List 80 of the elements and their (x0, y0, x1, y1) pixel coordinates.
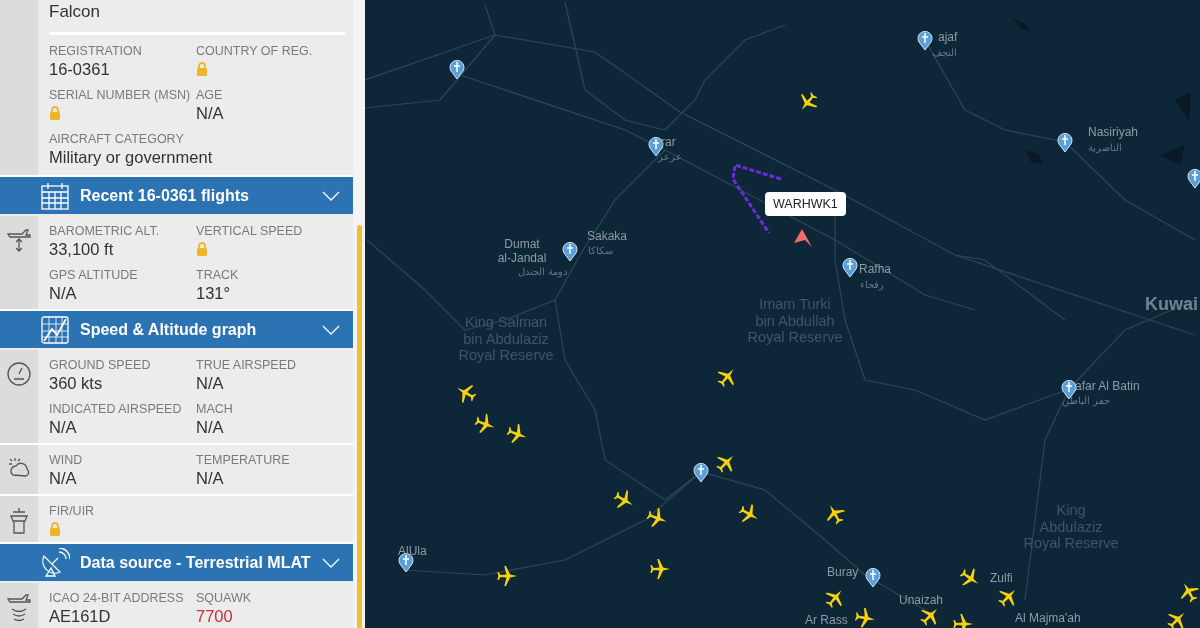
aircraft-icon[interactable] (953, 614, 973, 628)
map-place-label: Zulfi (990, 572, 1013, 586)
field-value: N/A (49, 283, 78, 303)
airport-pin-icon[interactable] (562, 241, 578, 261)
satellite-dish-icon (40, 547, 70, 578)
field-label: SERIAL NUMBER (MSN) (49, 87, 192, 103)
airport-pin-icon[interactable] (449, 59, 465, 79)
field-value: 131° (196, 283, 232, 303)
map-place-label: Dumat al-Jandal (497, 238, 547, 266)
field-label: BAROMETRIC ALT. (49, 223, 161, 239)
airport-pin-icon[interactable] (693, 462, 709, 482)
scrollbar-thumb[interactable] (356, 225, 362, 628)
airport-pin-icon[interactable] (865, 567, 881, 587)
map-place-label: Nasiriyah (1088, 126, 1138, 140)
map-place-label: Ar Rass (805, 614, 848, 628)
chevron-down-icon[interactable] (322, 557, 340, 568)
aircraft-icon[interactable] (650, 559, 670, 579)
section-header[interactable]: Data source - Terrestrial MLAT (0, 544, 353, 581)
field-value: 33,100 ft (49, 239, 115, 259)
map-place-label: Kuwai (1145, 294, 1198, 315)
plane-altitude-icon (5, 226, 33, 254)
plane-signal-icon (5, 593, 33, 623)
field-label: TRUE AIRSPEED (196, 357, 298, 373)
map-place-label: حفر الباطن (1062, 395, 1110, 407)
field-value: N/A (196, 373, 225, 393)
map-place-label: Al Majma'ah (1015, 612, 1081, 626)
field-label: FIR/UIR (49, 503, 96, 519)
map-place-label: Sakaka (587, 230, 628, 244)
airport-pin-icon[interactable] (842, 257, 858, 277)
field-value: N/A (49, 417, 78, 437)
field-label: INDICATED AIRSPEED (49, 401, 183, 417)
field-label: TRACK (196, 267, 240, 283)
field-label: AIRCRAFT CATEGORY (49, 131, 185, 147)
map-place-label: AlUla (398, 545, 427, 559)
map-place-label: عرعر (658, 151, 682, 163)
chevron-down-icon[interactable] (322, 190, 340, 201)
field-label: GPS ALTITUDE (49, 267, 139, 283)
field-value: N/A (49, 468, 78, 488)
map-place-label: Buray (827, 566, 859, 580)
map-place-label: النجف (932, 47, 957, 59)
aircraft-name: Falcon (49, 0, 345, 35)
field-label: SQUAWK (196, 590, 253, 606)
field-label: VERTICAL SPEED (196, 223, 304, 239)
gauge-icon (5, 360, 33, 388)
field-label: MACH (196, 401, 234, 417)
airport-pin-icon[interactable] (1057, 132, 1073, 152)
field-label: ICAO 24-BIT ADDRESS (49, 590, 185, 606)
field-value: 7700 (196, 606, 234, 626)
target-aircraft-icon (794, 229, 814, 247)
map-place-label: سكاكا (588, 245, 613, 257)
field-value: AE161D (49, 606, 112, 626)
map-place-label: ajaf (938, 31, 958, 45)
map-place-label: Unaizah (899, 594, 944, 608)
airport-pin-icon[interactable] (1187, 168, 1200, 188)
map-place-label: الناصرية (1088, 142, 1122, 154)
field-label: GROUND SPEED (49, 357, 152, 373)
field-label: AGE (196, 87, 224, 103)
map-place-label: رفحاء (860, 279, 884, 291)
section-header[interactable]: Recent 16-0361 flights (0, 177, 353, 214)
calendar-icon (40, 180, 70, 211)
map-place-label: Rafha (859, 263, 892, 277)
field-value: N/A (196, 417, 225, 437)
field-value: 16-0361 (49, 59, 111, 79)
field-label: TEMPERATURE (196, 452, 291, 468)
callsign-tooltip[interactable]: WARHWK1 (765, 192, 846, 216)
map-place-label: afar Al Batin (1075, 380, 1140, 394)
airport-pin-icon[interactable] (917, 30, 933, 50)
field-value: N/A (196, 468, 225, 488)
section-header[interactable]: Speed & Altitude graph (0, 311, 353, 348)
aircraft-icon[interactable] (497, 566, 517, 586)
field-label: REGISTRATION (49, 43, 143, 59)
field-label: WIND (49, 452, 84, 468)
aircraft-icon[interactable] (853, 606, 877, 628)
field-value: Military or government (49, 147, 214, 167)
field-value: N/A (196, 103, 225, 123)
field-value: 360 kts (49, 373, 104, 393)
field-label: COUNTRY OF REG. (196, 43, 314, 59)
chevron-down-icon[interactable] (322, 324, 340, 335)
graph-icon (40, 314, 70, 345)
map-place-label: دومة الجندل (518, 266, 567, 278)
